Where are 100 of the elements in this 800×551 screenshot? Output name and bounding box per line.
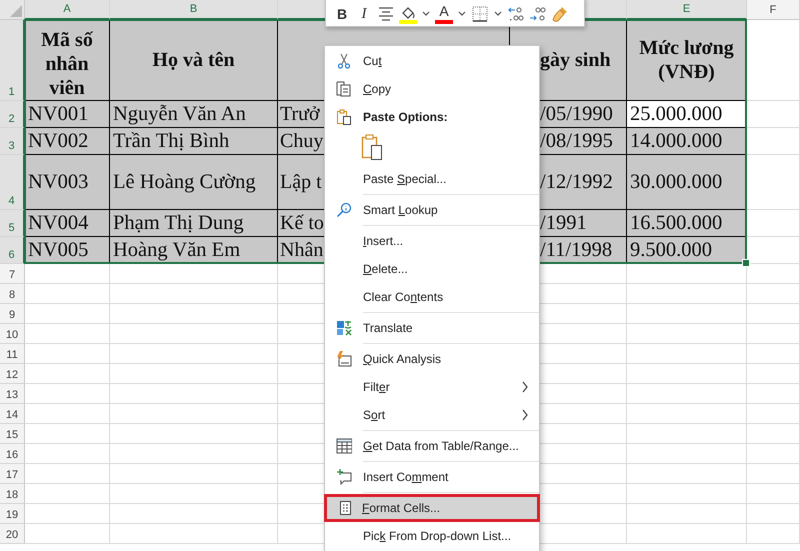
- empty-cell[interactable]: [747, 344, 800, 364]
- menu-item[interactable]: Clear Contents: [325, 283, 539, 311]
- menu-item[interactable]: Pick From Drop-down List...: [325, 522, 539, 550]
- decimal-arrow-icon: [507, 6, 525, 22]
- empty-cell[interactable]: [747, 304, 800, 324]
- row-header[interactable]: 15: [0, 424, 25, 444]
- empty-cell[interactable]: [627, 524, 747, 544]
- row-header[interactable]: 19: [0, 504, 25, 524]
- menu-item[interactable]: Translate: [325, 314, 539, 342]
- empty-cell[interactable]: [747, 524, 800, 544]
- decimal-arrow-icon: [529, 6, 547, 22]
- table-cell: Mã số nhân viên: [25, 20, 110, 101]
- empty-cell[interactable]: [747, 384, 800, 404]
- table-cell: 9.500.000: [627, 237, 747, 264]
- table-cell: NV003: [25, 155, 110, 210]
- row-header[interactable]: 16: [0, 444, 25, 464]
- row-header[interactable]: 3: [0, 128, 25, 155]
- row-header[interactable]: 13: [0, 384, 25, 404]
- empty-cell[interactable]: [110, 524, 278, 544]
- menu-item[interactable]: Format Cells...: [327, 497, 537, 519]
- column-header[interactable]: A: [25, 0, 110, 20]
- font-color-button[interactable]: A: [434, 3, 454, 25]
- empty-cell[interactable]: [627, 384, 747, 404]
- row-header[interactable]: 7: [0, 264, 25, 284]
- empty-cell[interactable]: [627, 444, 747, 464]
- empty-cell[interactable]: [747, 324, 800, 344]
- table-cell: Nguyễn Văn An: [110, 101, 278, 128]
- empty-cell[interactable]: [627, 324, 747, 344]
- menu-item[interactable]: Filter: [325, 373, 539, 401]
- row-header[interactable]: 1: [0, 20, 25, 101]
- select-all-icon[interactable]: [10, 5, 22, 17]
- empty-cell[interactable]: [627, 364, 747, 384]
- column-header[interactable]: E: [627, 0, 747, 20]
- clipboard-icon: [361, 134, 385, 162]
- empty-cell[interactable]: [110, 344, 278, 364]
- empty-cell[interactable]: [627, 424, 747, 444]
- copy-icon: [336, 81, 352, 97]
- row-header[interactable]: 8: [0, 284, 25, 304]
- empty-cell[interactable]: [110, 504, 278, 524]
- row-header[interactable]: 20: [0, 524, 25, 544]
- row-header[interactable]: 9: [0, 304, 25, 324]
- menu-item[interactable]: Quick Analysis: [325, 345, 539, 373]
- empty-cell[interactable]: [747, 155, 800, 210]
- empty-cell[interactable]: [110, 464, 278, 484]
- empty-cell[interactable]: [627, 464, 747, 484]
- table-cell: Hoàng Văn Em: [110, 237, 278, 264]
- empty-cell[interactable]: [627, 484, 747, 504]
- menu-item[interactable]: Insert Comment: [325, 463, 539, 491]
- empty-cell[interactable]: [110, 304, 278, 324]
- align-center-icon: [378, 6, 394, 22]
- empty-cell[interactable]: [110, 364, 278, 384]
- table-cell: NV001: [25, 101, 110, 128]
- row-header[interactable]: 11: [0, 344, 25, 364]
- select-all-button[interactable]: [0, 0, 25, 20]
- row-header[interactable]: 6: [0, 237, 25, 264]
- empty-cell[interactable]: [110, 324, 278, 344]
- empty-cell[interactable]: [110, 404, 278, 424]
- row-header[interactable]: 5: [0, 210, 25, 237]
- column-header[interactable]: F: [747, 0, 800, 20]
- column-header[interactable]: B: [110, 0, 278, 20]
- empty-cell[interactable]: [747, 424, 800, 444]
- row-header[interactable]: 2: [0, 101, 25, 128]
- quick-analysis-icon: [336, 351, 352, 367]
- empty-cell[interactable]: [110, 484, 278, 504]
- row-header[interactable]: 10: [0, 324, 25, 344]
- row-header[interactable]: 17: [0, 464, 25, 484]
- empty-cell[interactable]: [747, 444, 800, 464]
- empty-cell[interactable]: [110, 424, 278, 444]
- empty-cell[interactable]: [747, 504, 800, 524]
- empty-cell[interactable]: [110, 444, 278, 464]
- empty-cell[interactable]: [747, 404, 800, 424]
- empty-cell[interactable]: [747, 484, 800, 504]
- table-icon: [336, 438, 352, 454]
- empty-cell[interactable]: [627, 304, 747, 324]
- table-cell: 16.500.000: [627, 210, 747, 237]
- table-cell: Mức lương (VNĐ): [627, 20, 747, 101]
- empty-cell[interactable]: [110, 284, 278, 304]
- table-cell: NV002: [25, 128, 110, 155]
- row-header[interactable]: 18: [0, 484, 25, 504]
- bold-button[interactable]: B: [332, 3, 352, 25]
- menu-item[interactable]: Get Data from Table/Range...: [325, 432, 539, 460]
- empty-cell[interactable]: [627, 344, 747, 364]
- row-header[interactable]: 14: [0, 404, 25, 424]
- fill-handle[interactable]: [742, 259, 750, 267]
- paintbrush-icon: [551, 5, 569, 23]
- empty-cell[interactable]: [747, 364, 800, 384]
- empty-cell[interactable]: [747, 284, 800, 304]
- table-cell: 30.000.000: [627, 155, 747, 210]
- empty-cell[interactable]: [110, 264, 278, 284]
- row-header[interactable]: 4: [0, 155, 25, 210]
- row-header[interactable]: 12: [0, 364, 25, 384]
- scissors-icon: [336, 53, 352, 69]
- empty-cell[interactable]: [627, 284, 747, 304]
- empty-cell[interactable]: [747, 464, 800, 484]
- empty-cell[interactable]: [627, 404, 747, 424]
- menu-item[interactable]: Sort: [325, 401, 539, 429]
- caret-icon: [494, 11, 502, 17]
- empty-cell[interactable]: [627, 504, 747, 524]
- empty-cell[interactable]: [110, 384, 278, 404]
- italic-button[interactable]: I: [354, 3, 374, 25]
